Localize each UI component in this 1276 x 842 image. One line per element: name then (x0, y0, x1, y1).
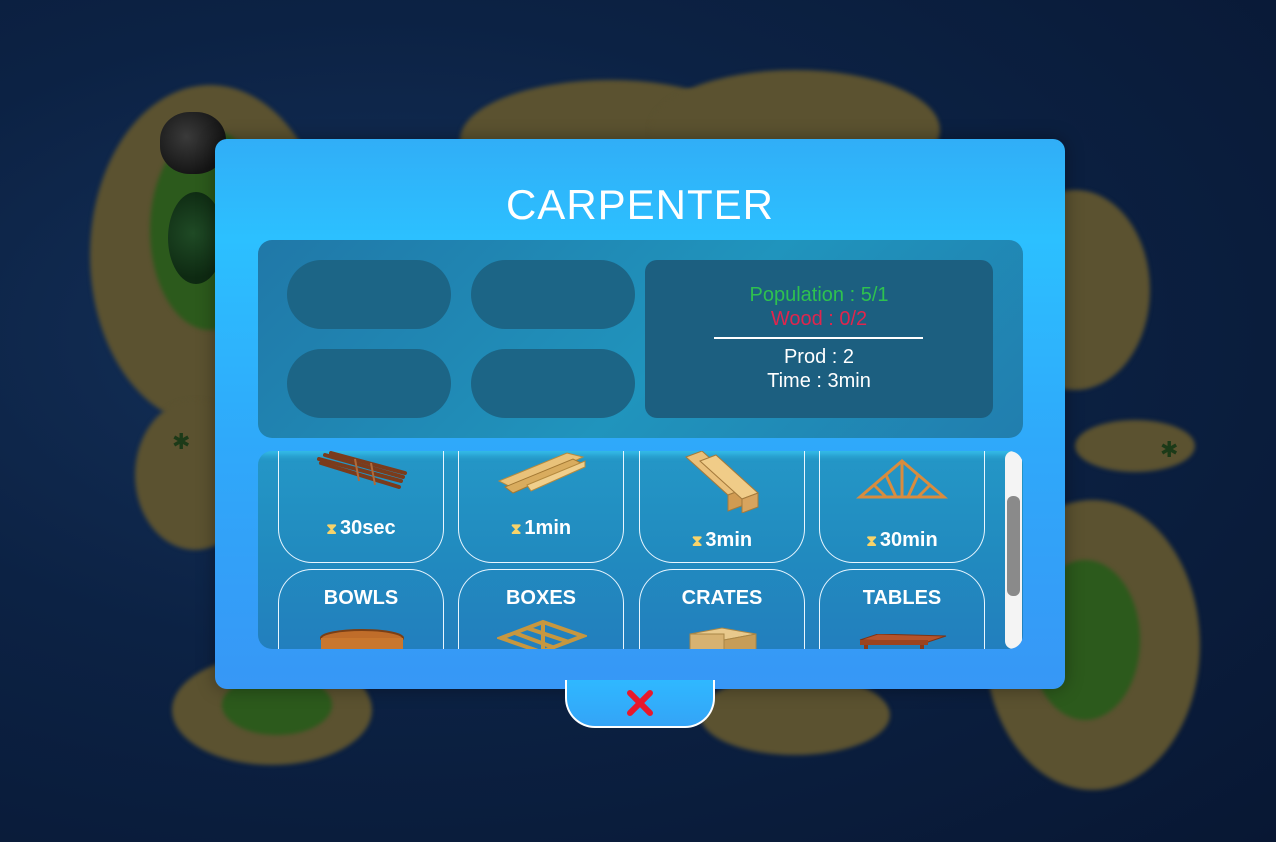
product-time: ⧗ 3min (691, 529, 753, 551)
product-time: ⧗ 30min (866, 529, 938, 551)
list-scrollbar[interactable] (1005, 451, 1022, 649)
production-slot[interactable] (287, 349, 451, 418)
wood-stat: Wood : 0/2 (770, 308, 868, 330)
close-icon (627, 690, 653, 716)
hourglass-icon: ⧗ (866, 533, 877, 550)
palm-tree-icon: ✱ (172, 430, 191, 455)
palm-tree-icon: ✱ (1160, 438, 1179, 463)
truss-icon (856, 459, 948, 499)
time-stat: Time : 3min (767, 370, 871, 392)
product-card-sticks[interactable]: ⧗ 30sec (278, 451, 444, 563)
product-time: ⧗ 30sec (326, 517, 396, 539)
product-card-boxes[interactable]: BOXES (458, 569, 624, 649)
planks-icon (497, 452, 586, 494)
product-card-beams[interactable]: ⧗ 3min (639, 451, 805, 563)
production-slot[interactable] (287, 260, 451, 329)
divider (714, 337, 923, 339)
product-time: ⧗ 1min (510, 517, 572, 539)
beams-icon (685, 451, 759, 513)
production-slot[interactable] (471, 349, 635, 418)
crate-icon (689, 627, 757, 649)
product-card-bowls[interactable]: BOWLS (278, 569, 444, 649)
scrollbar-thumb[interactable] (1007, 496, 1020, 596)
product-card-tables[interactable]: TABLES (819, 569, 985, 649)
production-panel: Population : 5/1 Wood : 0/2 Prod : 2 Tim… (258, 240, 1023, 438)
product-name: BOXES (505, 587, 577, 609)
hourglass-icon: ⧗ (326, 521, 337, 538)
production-slot[interactable] (471, 260, 635, 329)
product-card-truss[interactable]: ⧗ 30min (819, 451, 985, 563)
product-name: CRATES (681, 587, 763, 609)
product-card-crates[interactable]: CRATES (639, 569, 805, 649)
dialog-title: CARPENTER (505, 181, 775, 228)
population-stat: Population : 5/1 (749, 284, 889, 306)
box-icon (497, 619, 587, 649)
close-button[interactable] (565, 680, 715, 728)
carpenter-dialog: CARPENTER Population : 5/1 Wood : 0/2 Pr… (215, 139, 1065, 689)
sticks-icon (317, 451, 407, 489)
building-info: Population : 5/1 Wood : 0/2 Prod : 2 Tim… (645, 260, 993, 418)
prod-stat: Prod : 2 (783, 346, 855, 368)
hourglass-icon: ⧗ (691, 533, 703, 550)
bowl-icon (320, 629, 404, 649)
product-list[interactable]: ⧗ 30sec ⧗ 1min ⧗ 3min ⧗ 30min BOWLS BOXE… (258, 451, 1023, 649)
product-card-planks[interactable]: ⧗ 1min (458, 451, 624, 563)
table-icon (859, 634, 947, 649)
product-name: BOWLS (323, 587, 399, 609)
product-name: TABLES (862, 587, 942, 609)
hourglass-icon: ⧗ (510, 521, 522, 538)
